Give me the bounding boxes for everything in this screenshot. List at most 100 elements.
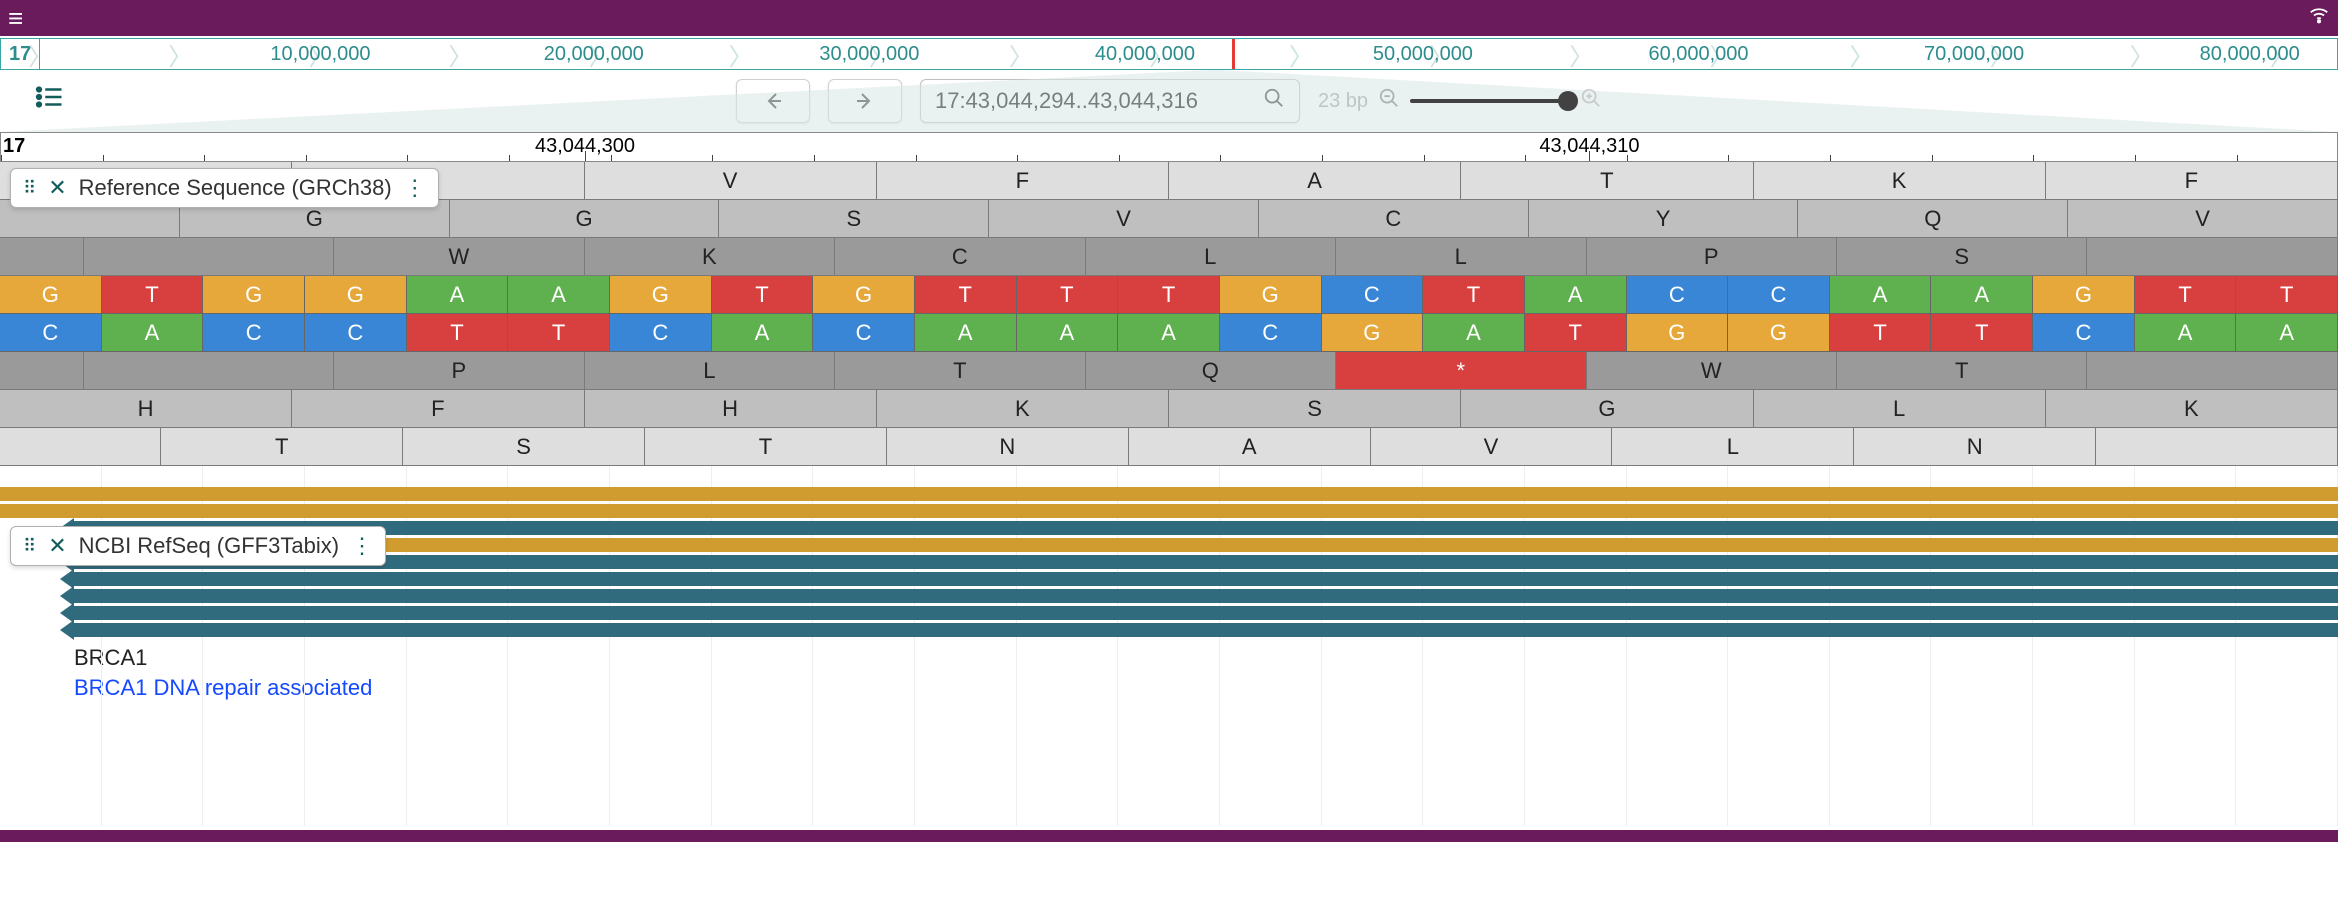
amino-acid-cell: K [877,390,1169,427]
drag-handle-icon[interactable]: ⠿ [23,184,36,193]
close-icon[interactable]: ✕ [48,175,66,201]
amino-acid-cell [84,352,334,389]
amino-acid-cell: W [1587,352,1837,389]
base-cell: C [0,314,102,351]
amino-acid-cell: H [0,390,292,427]
track-menu-icon[interactable]: ⋮ [351,542,373,551]
base-cell: A [1830,276,1932,313]
zoom-bp-label: 23 bp [1318,90,1368,113]
amino-acid-cell: P [1587,238,1837,275]
titlebar: ≡ [0,0,2338,36]
feature-band[interactable] [74,521,2338,535]
zoom-slider-thumb[interactable] [1558,91,1578,111]
amino-acid-cell: K [1754,162,2046,199]
zoom-out-icon[interactable] [1378,87,1400,115]
feature-band[interactable] [0,487,2338,501]
base-cell: G [610,276,712,313]
chevron-right-icon: 〉 [1009,37,1033,72]
amino-acid-cell: T [1461,162,1753,199]
feature-arrow-icon [60,620,74,640]
base-cell: G [1322,314,1424,351]
base-cell: A [1525,276,1627,313]
amino-acid-cell: V [1371,428,1613,465]
overview-tick: 20,000,000 [544,43,644,66]
refseq-gene-track: ⠿ ✕ NCBI RefSeq (GFF3Tabix) ⋮ BRCA1 BRCA… [0,466,2338,826]
feature-band[interactable] [74,606,2338,620]
base-cell: C [2033,314,2135,351]
zoom-slider[interactable] [1410,99,1570,103]
overview-ticks[interactable]: 〉〉〉〉〉〉〉〉〉〉〉〉〉〉〉〉〉10,000,00020,000,00030,… [40,39,2337,69]
base-cell: G [0,276,102,313]
amino-acid-cell: H [585,390,877,427]
base-cell: T [1118,276,1220,313]
reverse-strand-row: CACCTTCACAAACGATGGTTCAA [0,314,2338,352]
amino-acid-cell: N [1854,428,2096,465]
zoom-controls: 23 bp [1318,87,1602,115]
amino-acid-cell: T [1837,352,2087,389]
base-cell: A [712,314,814,351]
forward-strand-row: GTGGAAGTGTTTGCTACCAAGTT [0,276,2338,314]
amino-acid-cell: F [2046,162,2338,199]
base-cell: T [1830,314,1932,351]
amino-acid-cell: V [989,200,1259,237]
base-cell: T [102,276,204,313]
back-button[interactable] [736,79,810,123]
track-menu-icon[interactable]: ⋮ [404,184,426,193]
feature-band[interactable] [74,589,2338,603]
feature-band[interactable] [0,504,2338,518]
amino-acid-cell: A [1129,428,1371,465]
amino-acid-cell: C [1259,200,1529,237]
amino-acid-cell: Q [1798,200,2068,237]
overview-tick: 70,000,000 [1924,43,2024,66]
overview-tick: 80,000,000 [2200,43,2300,66]
amino-acid-cell: L [585,352,835,389]
hamburger-icon[interactable]: ≡ [8,5,23,31]
feature-band[interactable] [74,623,2338,637]
base-cell: A [2236,314,2338,351]
amino-acid-cell: S [403,428,645,465]
base-cell: T [1017,276,1119,313]
ref-track-header: ⠿ ✕ Reference Sequence (GRCh38) ⋮ [10,168,439,208]
chevron-right-icon: 〉 [1569,37,1593,72]
base-cell: A [1017,314,1119,351]
chevron-right-icon: 〉 [1289,37,1313,72]
chevron-right-icon: 〉 [729,37,753,72]
track-selector-icon[interactable] [34,82,64,120]
gene-description-link[interactable]: BRCA1 DNA repair associated [74,675,2338,701]
zoom-in-icon[interactable] [1580,87,1602,115]
amino-acid-cell [2087,352,2337,389]
detail-ruler[interactable]: 17 43,044,30043,044,310 [0,132,2338,162]
overview-tick: 10,000,000 [270,43,370,66]
base-cell: T [915,276,1017,313]
base-cell: C [610,314,712,351]
feature-band[interactable] [74,555,2338,569]
chevron-right-icon: 〉 [449,37,473,72]
amino-acid-row: WKCLLPS [0,238,2338,276]
overview-ruler[interactable]: 17 〉〉〉〉〉〉〉〉〉〉〉〉〉〉〉〉〉10,000,00020,000,000… [0,38,2338,70]
amino-acid-cell: L [1754,390,2046,427]
forward-button[interactable] [828,79,902,123]
close-icon[interactable]: ✕ [48,533,66,559]
reference-sequence-track: ⠿ ✕ Reference Sequence (GRCh38) ⋮ VFATKF… [0,162,2338,466]
base-cell: G [2033,276,2135,313]
base-cell: A [1931,276,2033,313]
amino-acid-row: PLTQ*WT [0,352,2338,390]
amino-acid-cell: Y [1529,200,1799,237]
amino-acid-cell: S [1169,390,1461,427]
feature-band[interactable] [74,572,2338,586]
position-marker[interactable] [1232,39,1235,69]
feature-band[interactable] [74,538,2338,552]
amino-acid-cell: S [719,200,989,237]
base-cell: C [1728,276,1830,313]
base-cell: C [305,314,407,351]
base-cell: G [1627,314,1729,351]
base-cell: G [1728,314,1830,351]
detail-chromosome: 17 [3,135,25,158]
amino-acid-cell: L [1336,238,1586,275]
amino-acid-cell: C [835,238,1085,275]
overview-tick: 30,000,000 [819,43,919,66]
location-input[interactable] [935,88,1245,114]
chevron-right-icon: 〉 [28,37,52,72]
search-icon[interactable] [1263,87,1285,115]
drag-handle-icon[interactable]: ⠿ [23,542,36,551]
